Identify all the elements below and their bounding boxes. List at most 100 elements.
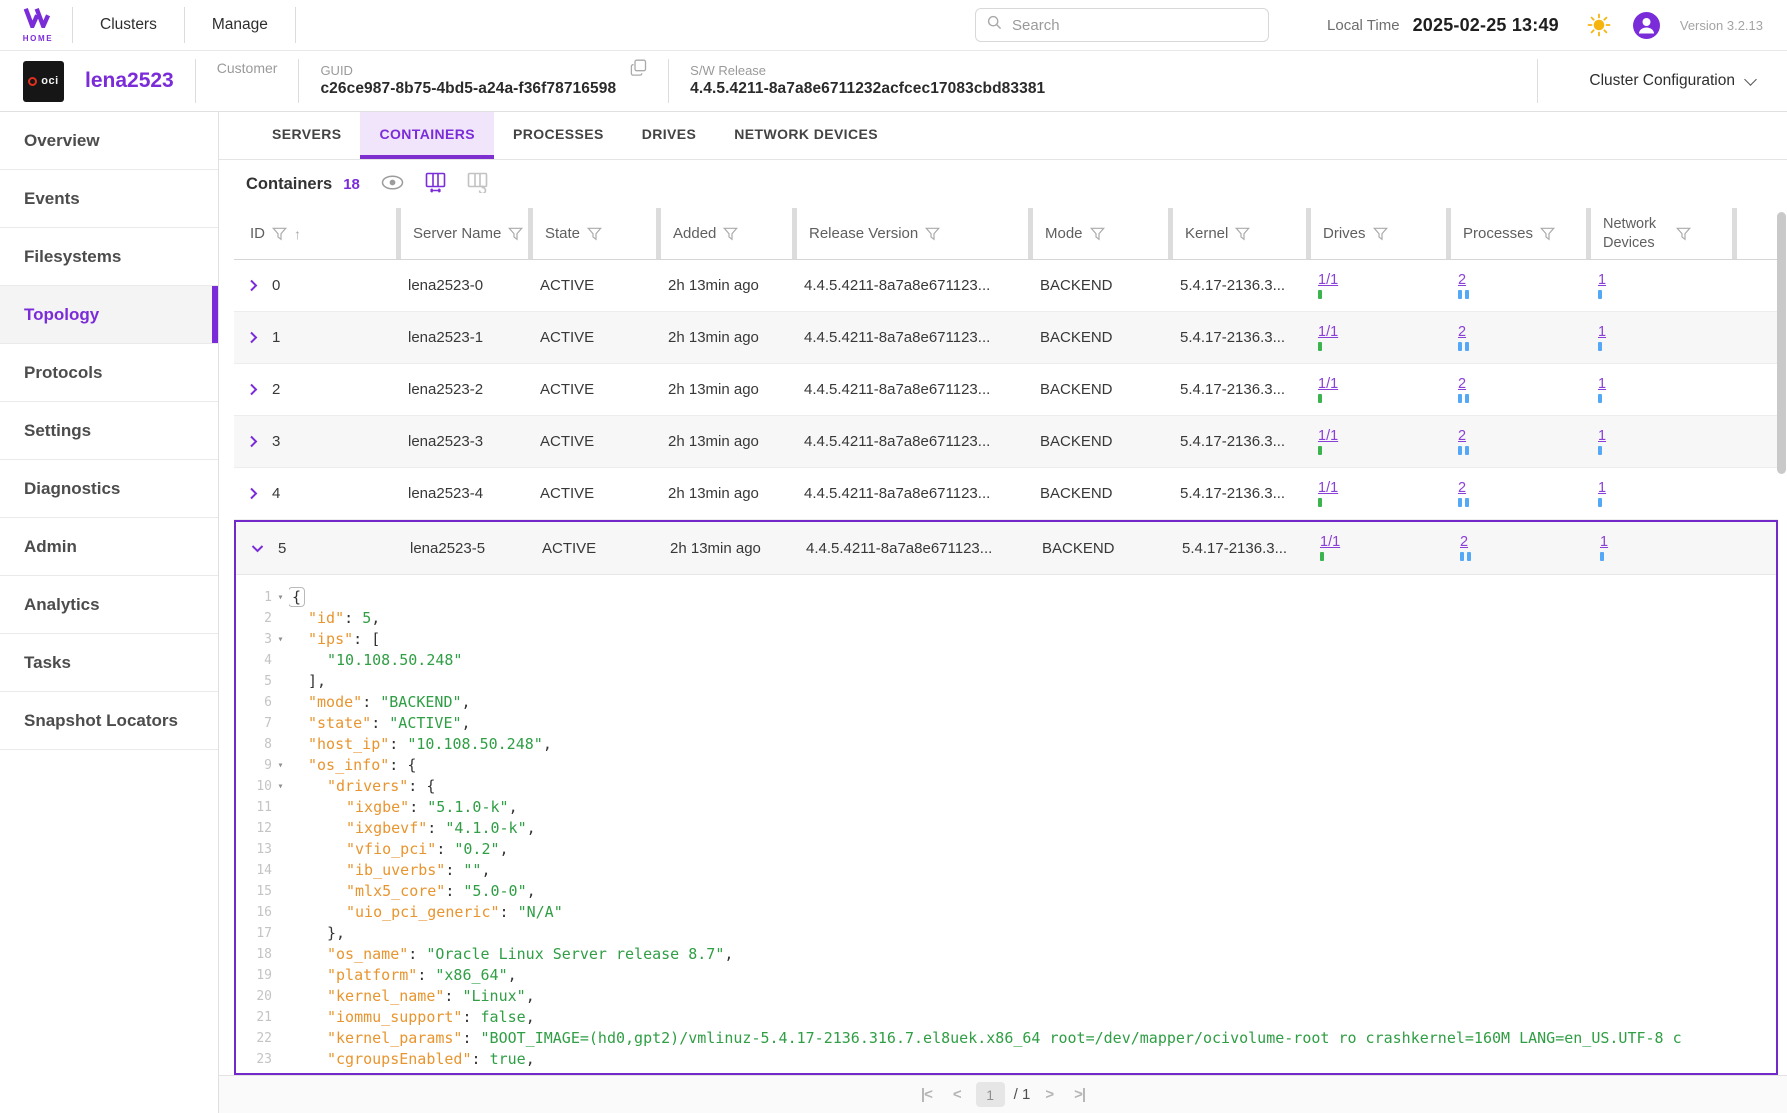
search-icon <box>987 15 1002 35</box>
copy-guid-button[interactable] <box>630 59 647 79</box>
sidebar-item-protocols[interactable]: Protocols <box>0 344 218 402</box>
expand-chevron-icon[interactable] <box>249 383 258 396</box>
tab-servers[interactable]: SERVERS <box>253 112 360 159</box>
filter-icon[interactable] <box>1540 227 1555 241</box>
filter-icon[interactable] <box>1676 227 1697 241</box>
sidebar-item-settings[interactable]: Settings <box>0 402 218 460</box>
col-header-id[interactable]: ID↑ <box>234 208 396 259</box>
table-row[interactable]: 4lena2523-4ACTIVE2h 13min ago4.4.5.4211-… <box>234 468 1778 520</box>
table-row[interactable]: 2lena2523-2ACTIVE2h 13min ago4.4.5.4211-… <box>234 364 1778 416</box>
nav-item-manage[interactable]: Manage <box>185 0 295 50</box>
filter-icon[interactable] <box>508 227 523 241</box>
table-row[interactable]: 1lena2523-1ACTIVE2h 13min ago4.4.5.4211-… <box>234 312 1778 364</box>
network-devices-link[interactable]: 1 <box>1598 481 1606 496</box>
theme-toggle-sun-icon[interactable] <box>1587 13 1611 37</box>
next-page-button[interactable]: > <box>1039 1085 1059 1104</box>
sw-release-value: 4.4.5.4211-8a7a8e6711232acfcec17083cbd83… <box>690 79 1045 99</box>
expand-chevron-icon[interactable] <box>249 279 258 292</box>
col-header-release-version[interactable]: Release Version <box>792 208 1028 259</box>
cell-server-name: lena2523-3 <box>396 433 528 450</box>
drives-link[interactable]: 1/1 <box>1318 273 1338 288</box>
col-header-mode[interactable]: Mode <box>1028 208 1168 259</box>
toggle-columns-visibility-button[interactable] <box>381 175 404 193</box>
sidebar-item-diagnostics[interactable]: Diagnostics <box>0 460 218 518</box>
drives-link[interactable]: 1/1 <box>1318 429 1338 444</box>
sidebar-item-overview[interactable]: Overview <box>0 112 218 170</box>
processes-link[interactable]: 2 <box>1460 535 1468 550</box>
col-header-state[interactable]: State <box>528 208 656 259</box>
network-devices-link[interactable]: 1 <box>1598 377 1606 392</box>
col-header-drives[interactable]: Drives <box>1306 208 1446 259</box>
prev-page-button[interactable]: < <box>947 1085 967 1104</box>
col-header-processes[interactable]: Processes <box>1446 208 1586 259</box>
expand-chevron-icon[interactable] <box>249 331 258 344</box>
search-input[interactable] <box>1010 16 1257 35</box>
collapse-chevron-icon[interactable] <box>251 544 264 553</box>
col-header-network-devices[interactable]: Network Devices <box>1586 208 1732 259</box>
col-header-kernel[interactable]: Kernel <box>1168 208 1306 259</box>
nav-item-clusters[interactable]: Clusters <box>73 0 184 50</box>
drives-link[interactable]: 1/1 <box>1318 377 1338 392</box>
first-page-button[interactable]: |< <box>915 1085 938 1104</box>
drives-link[interactable]: 1/1 <box>1320 535 1340 550</box>
sidebar-item-topology[interactable]: Topology <box>0 286 218 344</box>
home-logo[interactable]: HOME <box>22 7 54 43</box>
filter-icon[interactable] <box>1373 227 1388 241</box>
filter-icon[interactable] <box>723 227 738 241</box>
json-line-content: ], <box>289 671 1776 692</box>
sidebar-item-admin[interactable]: Admin <box>0 518 218 576</box>
vertical-scrollbar[interactable] <box>1777 212 1786 474</box>
processes-link[interactable]: 2 <box>1458 325 1466 340</box>
tab-network-devices[interactable]: NETWORK DEVICES <box>715 112 897 159</box>
search-box[interactable] <box>975 8 1269 42</box>
filter-icon[interactable] <box>925 227 940 241</box>
local-time-label: Local Time <box>1327 17 1400 34</box>
filter-icon[interactable] <box>1235 227 1250 241</box>
collapse-caret-icon[interactable]: ▾ <box>272 776 289 797</box>
col-header-added[interactable]: Added <box>656 208 792 259</box>
cluster-configuration-button[interactable]: Cluster Configuration <box>1583 71 1761 91</box>
line-number: 20 <box>242 986 272 1007</box>
tab-processes[interactable]: PROCESSES <box>494 112 623 159</box>
network-devices-link[interactable]: 1 <box>1600 535 1608 550</box>
collapse-caret-icon[interactable]: ▾ <box>272 755 289 776</box>
filter-icon[interactable] <box>1090 227 1105 241</box>
last-page-button[interactable]: >| <box>1068 1085 1091 1104</box>
page-input[interactable]: 1 <box>976 1082 1005 1107</box>
expand-chevron-icon[interactable] <box>249 435 258 448</box>
json-line-content: "os_info": { <box>289 755 1776 776</box>
sidebar-item-filesystems[interactable]: Filesystems <box>0 228 218 286</box>
drives-link[interactable]: 1/1 <box>1318 325 1338 340</box>
sidebar-item-tasks[interactable]: Tasks <box>0 634 218 692</box>
sidebar-item-events[interactable]: Events <box>0 170 218 228</box>
processes-link[interactable]: 2 <box>1458 273 1466 288</box>
filter-icon[interactable] <box>587 227 602 241</box>
processes-link[interactable]: 2 <box>1458 429 1466 444</box>
table-row[interactable]: 5lena2523-5ACTIVE2h 13min ago4.4.5.4211-… <box>236 522 1776 574</box>
collapse-caret-icon[interactable]: ▾ <box>272 587 289 608</box>
processes-link[interactable]: 2 <box>1458 377 1466 392</box>
network-devices-link[interactable]: 1 <box>1598 273 1606 288</box>
sidebar-item-snapshot-locators[interactable]: Snapshot Locators <box>0 692 218 750</box>
line-number: 8 <box>242 734 272 755</box>
cell-state: ACTIVE <box>528 277 656 294</box>
user-avatar[interactable] <box>1633 12 1660 39</box>
network-devices-link[interactable]: 1 <box>1598 325 1606 340</box>
status-ticks <box>1318 498 1446 507</box>
json-token: : <box>371 714 389 732</box>
filter-icon[interactable] <box>272 227 287 241</box>
tab-drives[interactable]: DRIVES <box>623 112 716 159</box>
reset-columns-button[interactable] <box>467 172 488 196</box>
drives-link[interactable]: 1/1 <box>1318 481 1338 496</box>
fit-columns-button[interactable] <box>425 172 446 196</box>
tab-containers[interactable]: CONTAINERS <box>360 112 494 159</box>
sidebar-item-analytics[interactable]: Analytics <box>0 576 218 634</box>
expand-chevron-icon[interactable] <box>249 487 258 500</box>
table-row[interactable]: 3lena2523-3ACTIVE2h 13min ago4.4.5.4211-… <box>234 416 1778 468</box>
table-row[interactable]: 0lena2523-0ACTIVE2h 13min ago4.4.5.4211-… <box>234 260 1778 312</box>
processes-link[interactable]: 2 <box>1458 481 1466 496</box>
col-header-server-name[interactable]: Server Name <box>396 208 528 259</box>
sidebar: OverviewEventsFilesystemsTopologyProtoco… <box>0 112 219 1113</box>
network-devices-link[interactable]: 1 <box>1598 429 1606 444</box>
collapse-caret-icon[interactable]: ▾ <box>272 629 289 650</box>
